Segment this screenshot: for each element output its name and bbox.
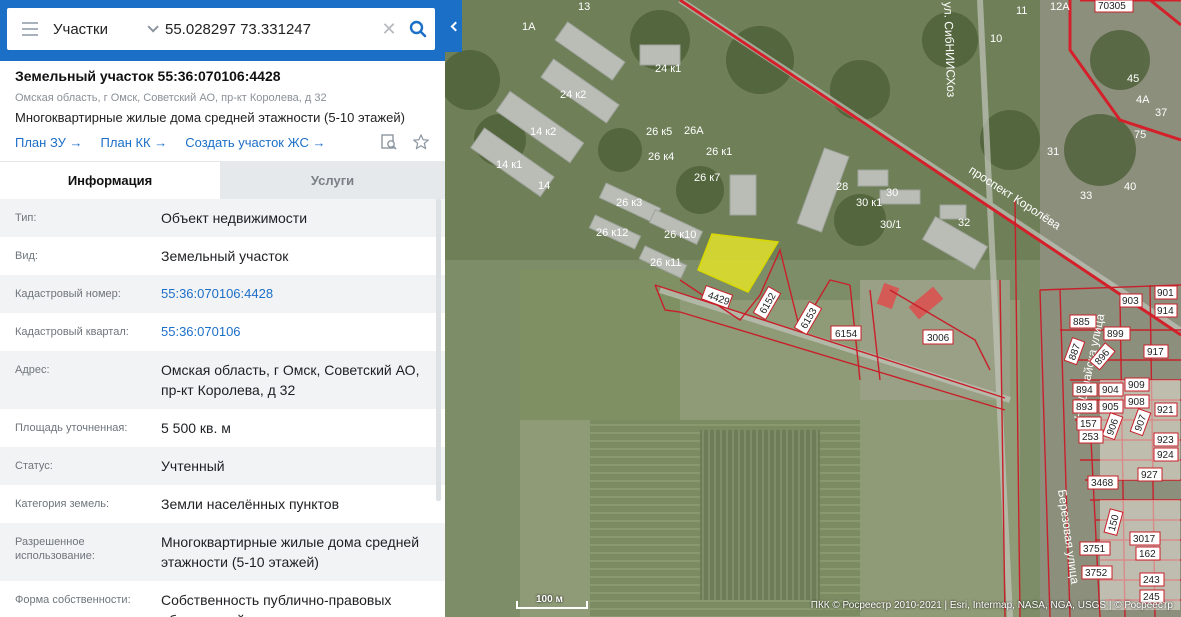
menu-button[interactable] bbox=[7, 8, 53, 50]
info-row-ownership: Форма собственности: Собственность публи… bbox=[0, 581, 445, 617]
chevron-down-icon bbox=[147, 21, 159, 33]
parcel-header: Земельный участок 55:36:070106:4428 Омск… bbox=[0, 61, 445, 151]
info-row-area: Площадь уточненная: 5 500 кв. м bbox=[0, 409, 445, 447]
row-label: Статус: bbox=[15, 460, 53, 472]
search-box: Участки ✕ bbox=[7, 8, 435, 50]
info-row-address: Адрес: Омская область, г Омск, Советский… bbox=[0, 351, 445, 409]
row-label: Категория земель: bbox=[15, 498, 110, 510]
cadastral-quarter-link[interactable]: 55:36:070106 bbox=[161, 313, 430, 351]
plan-kk-link[interactable]: План КК → bbox=[101, 135, 168, 150]
close-icon: ✕ bbox=[381, 18, 397, 39]
info-row-kind: Вид: Земельный участок bbox=[0, 237, 445, 275]
search-bar: Участки ✕ bbox=[0, 0, 445, 61]
parcel-purpose: Многоквартирные жилые дома средней этажн… bbox=[15, 110, 405, 125]
row-label: Разрешенное использование: bbox=[15, 536, 95, 562]
row-value: Земли населённых пунктов bbox=[161, 496, 340, 512]
map-scale-label: 100 м bbox=[536, 594, 563, 605]
document-search-icon[interactable] bbox=[380, 133, 398, 151]
info-table: Тип: Объект недвижимости Вид: Земельный … bbox=[0, 199, 445, 617]
row-value: Объект недвижимости bbox=[161, 210, 308, 226]
plan-zu-link[interactable]: План ЗУ → bbox=[15, 135, 83, 150]
row-label: Кадастровый номер: bbox=[15, 288, 121, 300]
favorite-star-icon[interactable] bbox=[412, 133, 430, 151]
search-mode-select[interactable]: Участки bbox=[53, 8, 163, 50]
row-value: Омская область, г Омск, Советский АО, пр… bbox=[161, 362, 420, 398]
row-value: Собственность публично-правовых образова… bbox=[161, 592, 392, 617]
info-row-type: Тип: Объект недвижимости bbox=[0, 199, 445, 237]
row-value: Многоквартирные жилые дома средней этажн… bbox=[161, 534, 420, 570]
parcel-title: Земельный участок 55:36:070106:4428 bbox=[15, 68, 281, 84]
row-label: Кадастровый квартал: bbox=[15, 326, 129, 338]
row-label: Адрес: bbox=[15, 364, 50, 376]
create-parcel-link[interactable]: Создать участок ЖС → bbox=[185, 135, 325, 150]
magnifier-icon bbox=[409, 20, 427, 38]
clear-search-button[interactable]: ✕ bbox=[377, 8, 401, 50]
panel-tabs: Информация Услуги bbox=[0, 161, 445, 199]
search-input[interactable] bbox=[163, 8, 377, 50]
row-value: Учтенный bbox=[161, 458, 225, 474]
info-row-permitted-use: Разрешенное использование: Многоквартирн… bbox=[0, 523, 445, 581]
info-row-cadastral-quarter: Кадастровый квартал: 55:36:070106 bbox=[0, 313, 445, 351]
parcel-address: Омская область, г Омск, Советский АО, пр… bbox=[15, 92, 327, 104]
row-value: 5 500 кв. м bbox=[161, 420, 231, 436]
search-button[interactable] bbox=[401, 8, 435, 50]
search-mode-label: Участки bbox=[53, 20, 108, 38]
row-label: Тип: bbox=[15, 212, 37, 224]
row-value: Земельный участок bbox=[161, 248, 289, 264]
map-attribution: ПКК © Росреестр 2010-2021 | Esri, Interm… bbox=[810, 600, 1173, 611]
row-label: Вид: bbox=[15, 250, 38, 262]
info-row-status: Статус: Учтенный bbox=[0, 447, 445, 485]
hamburger-icon bbox=[22, 20, 38, 38]
collapse-panel-button[interactable] bbox=[445, 0, 462, 52]
tab-services[interactable]: Услуги bbox=[220, 161, 445, 199]
row-label: Форма собственности: bbox=[15, 594, 131, 606]
info-row-land-category: Категория земель: Земли населённых пункт… bbox=[0, 485, 445, 523]
scrollbar[interactable] bbox=[436, 199, 441, 501]
info-panel: Участки ✕ Земельный участок 55:36:070106… bbox=[0, 0, 445, 617]
info-row-cadastral-number: Кадастровый номер: 55:36:070106:4428 bbox=[0, 275, 445, 313]
cadastral-number-link[interactable]: 55:36:070106:4428 bbox=[161, 275, 430, 313]
tab-info[interactable]: Информация bbox=[0, 161, 220, 199]
chevron-left-icon bbox=[450, 21, 460, 31]
parcel-links: План ЗУ → План КК → Создать участок ЖС → bbox=[15, 133, 430, 151]
row-label: Площадь уточненная: bbox=[15, 422, 128, 434]
